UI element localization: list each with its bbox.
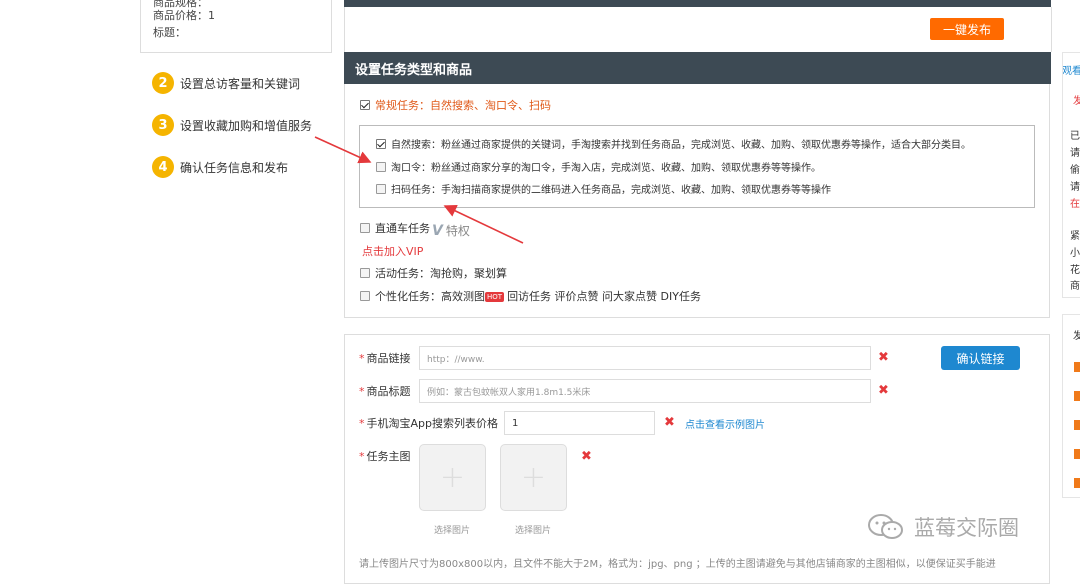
join-vip-link[interactable]: 点击加入VIP (362, 243, 423, 259)
natural-search-label: 自然搜索：粉丝通过商家提供的关键词，手淘搜索并找到任务商品，完成浏览、收藏、加购… (391, 140, 971, 151)
step-number: 3 (152, 114, 174, 136)
service-icon (1074, 420, 1080, 430)
confirm-link-button[interactable]: 确认链接 (941, 346, 1020, 370)
upload-label-2: 选择图片 (515, 526, 552, 536)
upload-note: 请上传图片尺寸为800x800以内，且文件不能大于2M，格式为：jpg、png … (359, 559, 996, 570)
link-error-icon: ✖ (878, 350, 889, 365)
taokouling-label: 淘口令：粉丝通过商家分享的淘口令，手淘入店，完成浏览、收藏、加购、领取优惠券等等… (391, 163, 821, 174)
upload-image-2[interactable]: + (500, 444, 567, 511)
watermark-text: 蓝莓交际圈 (914, 516, 1019, 540)
right-line: 请 (1070, 148, 1080, 159)
right-line: 偷 (1070, 165, 1080, 176)
section-title-text: 设置任务类型和商品 (355, 62, 473, 78)
step-4[interactable]: 4 确认任务信息和发布 (152, 156, 288, 178)
product-link-input[interactable]: http：//www. (419, 346, 871, 370)
product-title-label: 标题： (153, 26, 186, 39)
natural-search-checkbox[interactable] (376, 139, 386, 149)
right-line: 紧 (1070, 231, 1080, 242)
step-label: 确认任务信息和发布 (180, 160, 289, 175)
view-example-link[interactable]: 点击查看示例图片 (685, 416, 765, 431)
one-click-publish-button[interactable]: 一键发布 (930, 18, 1004, 40)
through-train-checkbox[interactable] (360, 223, 370, 233)
right-line: 在 (1070, 199, 1080, 210)
vip-badge-text: 特权 (445, 224, 470, 238)
personal-task-checkbox[interactable] (360, 291, 370, 301)
title-error-icon: ✖ (878, 383, 889, 398)
link-label: * 商品链接 (359, 352, 411, 365)
plus-icon: + (520, 460, 547, 495)
right-line: 商 (1070, 281, 1080, 292)
vip-privilege-badge: V 特权 (432, 222, 470, 239)
right-line: 小 (1070, 248, 1080, 259)
step-number: 4 (152, 156, 174, 178)
activity-task-checkbox[interactable] (360, 268, 370, 278)
regular-task-checkbox[interactable] (360, 100, 370, 110)
price-input[interactable]: 1 (504, 411, 655, 435)
activity-task-label: 活动任务：淘抢购，聚划算 (375, 267, 507, 280)
right-line: 花 (1070, 265, 1080, 276)
product-info-card: 商品规格： 商品价格：1 标题： (140, 0, 332, 53)
taokouling-checkbox[interactable] (376, 162, 386, 172)
product-title-input[interactable]: 例如：蒙古包蚊帐双人家用1.8m1.5米床 (419, 379, 871, 403)
hot-badge: HOT (485, 292, 505, 302)
personal-task-row: 个性化任务：高效测图 HOT 回访任务 评价点赞 问大家点赞 DIY任务 (375, 288, 701, 304)
upload-label-1: 选择图片 (434, 526, 471, 536)
service-icon (1074, 391, 1080, 401)
product-price-label: 商品价格：1 (153, 9, 215, 22)
through-train-label: 直通车任务 (375, 222, 430, 235)
title-label: * 商品标题 (359, 385, 411, 398)
step-label: 设置总访客量和关键词 (180, 76, 301, 91)
image-error-icon: ✖ (581, 449, 592, 464)
plus-icon: + (439, 460, 466, 495)
service-icon (1074, 449, 1080, 459)
vip-icon: V (432, 222, 443, 239)
right-line: 已 (1070, 131, 1080, 142)
watermark: 蓝莓交际圈 (866, 512, 1019, 542)
step-2[interactable]: 2 设置总访客量和关键词 (152, 72, 300, 94)
price-label: * 手机淘宝App搜索列表价格 (359, 417, 498, 430)
step-label: 设置收藏加购和增值服务 (180, 118, 313, 133)
personal-task-extras: 回访任务 评价点赞 问大家点赞 DIY任务 (507, 290, 701, 303)
price-error-icon: ✖ (664, 415, 675, 430)
regular-task-label: 常规任务：自然搜索、淘口令、扫码 (375, 99, 551, 112)
image-label: * 任务主图 (359, 450, 411, 463)
scan-code-label: 扫码任务：手淘扫描商家提供的二维码进入任务商品，完成浏览、收藏、加购、领取优惠券… (391, 185, 831, 196)
wechat-icon (868, 514, 903, 539)
panel-header-bar (344, 0, 1051, 7)
right-panel-item-b: 发 (1073, 331, 1080, 342)
personal-task-label: 个性化任务：高效测图 (375, 290, 485, 303)
step-number: 2 (152, 72, 174, 94)
right-line: 请 (1070, 182, 1080, 193)
right-panel-item-a: 发 (1073, 96, 1080, 107)
step-3[interactable]: 3 设置收藏加购和增值服务 (152, 114, 312, 136)
section-title: 设置任务类型和商品 (344, 52, 1051, 84)
scan-code-checkbox[interactable] (376, 184, 386, 194)
service-icon (1074, 478, 1080, 488)
upload-image-1[interactable]: + (419, 444, 486, 511)
service-icon (1074, 362, 1080, 372)
